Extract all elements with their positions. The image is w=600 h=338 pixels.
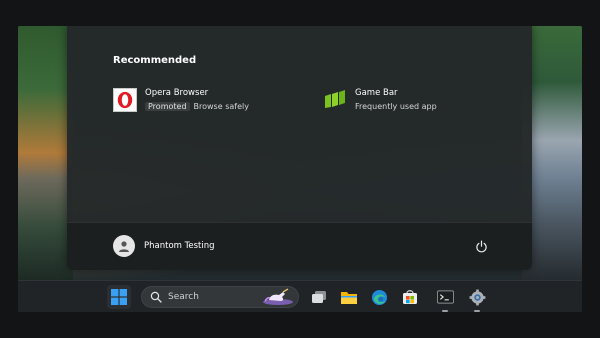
file-explorer-icon [341, 291, 357, 304]
edge-icon [371, 289, 387, 305]
recommended-item-game-bar[interactable]: Game Bar Frequently used app [323, 86, 473, 114]
start-menu-footer: Phantom Testing [67, 222, 532, 270]
power-button[interactable] [472, 237, 490, 255]
game-bar-name: Game Bar [355, 88, 398, 98]
terminal-running-indicator [442, 310, 448, 312]
microsoft-store-button[interactable] [398, 285, 422, 309]
start-menu: Recommended Opera Browser Promoted Browse… [67, 26, 532, 270]
opera-icon [113, 88, 137, 112]
game-bar-icon [323, 88, 347, 112]
search-icon [150, 291, 162, 303]
recommended-item-opera[interactable]: Opera Browser Promoted Browse safely [113, 86, 283, 114]
taskbar: Search [18, 280, 582, 312]
user-avatar-icon [113, 235, 135, 257]
user-account-button[interactable]: Phantom Testing [113, 235, 215, 257]
settings-button[interactable] [465, 285, 489, 309]
opera-subtitle-text: Browse safely [193, 102, 249, 111]
settings-running-indicator [474, 310, 480, 312]
screenshot-frame: Recommended Opera Browser Promoted Browse… [0, 0, 600, 338]
search-label: Search [168, 292, 199, 302]
task-view-icon [312, 291, 326, 303]
taskbar-search-box[interactable]: Search [141, 286, 299, 308]
wallpaper-left [18, 26, 73, 280]
terminal-icon [436, 290, 454, 304]
edge-button[interactable] [367, 285, 391, 309]
user-name: Phantom Testing [144, 241, 215, 251]
game-bar-text: Game Bar Frequently used app [355, 87, 437, 113]
opera-text: Opera Browser Promoted Browse safely [145, 87, 249, 113]
search-highlight-unicorn-icon [263, 288, 293, 305]
opera-name: Opera Browser [145, 88, 209, 98]
start-button[interactable] [107, 285, 131, 309]
power-icon [475, 240, 487, 252]
task-view-button[interactable] [307, 285, 331, 309]
promoted-badge: Promoted [145, 102, 190, 111]
microsoft-store-icon [403, 290, 417, 304]
desktop: Recommended Opera Browser Promoted Browse… [18, 26, 582, 312]
game-bar-subtitle: Frequently used app [355, 102, 437, 111]
recommended-heading: Recommended [113, 55, 197, 66]
file-explorer-button[interactable] [337, 285, 361, 309]
windows-start-icon [111, 289, 127, 305]
opera-subtitle: Promoted Browse safely [145, 101, 249, 113]
terminal-button[interactable] [433, 285, 457, 309]
settings-icon [469, 289, 485, 305]
